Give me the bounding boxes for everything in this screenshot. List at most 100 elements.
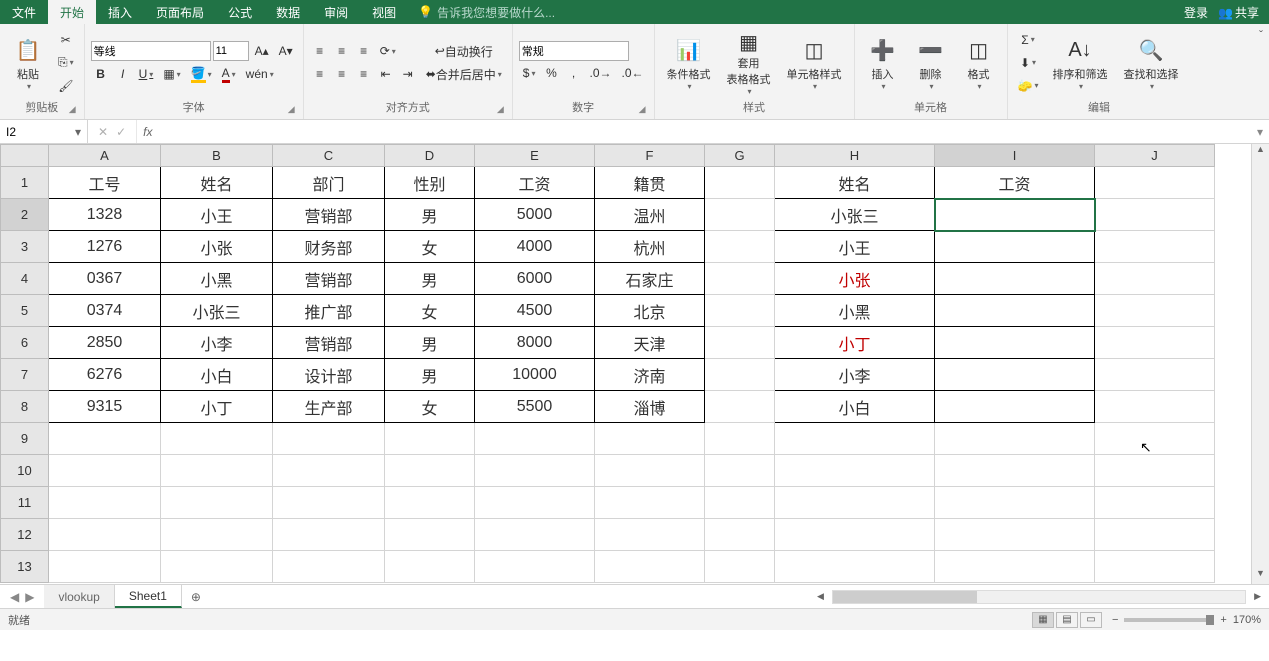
cell-J2[interactable] [1095, 199, 1215, 231]
col-header-I[interactable]: I [935, 145, 1095, 167]
cell-F11[interactable] [595, 487, 705, 519]
align-center-button[interactable]: ≡ [332, 63, 352, 85]
cell-D12[interactable] [385, 519, 475, 551]
cell-A5[interactable]: 0374 [49, 295, 161, 327]
delete-cells-button[interactable]: ➖删除▾ [909, 29, 953, 97]
cell-H7[interactable]: 小李 [775, 359, 935, 391]
scroll-down-button[interactable]: ▼ [1252, 568, 1269, 584]
cell-J7[interactable] [1095, 359, 1215, 391]
cell-C4[interactable]: 营销部 [273, 263, 385, 295]
align-top-button[interactable]: ≡ [310, 40, 330, 62]
menu-review[interactable]: 审阅 [312, 0, 360, 24]
menu-view[interactable]: 视图 [360, 0, 408, 24]
cell-I2[interactable] [935, 199, 1095, 231]
cell-C3[interactable]: 财务部 [273, 231, 385, 263]
cell-C5[interactable]: 推广部 [273, 295, 385, 327]
autosum-button[interactable]: Σ▾ [1014, 29, 1043, 51]
comma-button[interactable]: , [563, 62, 583, 84]
font-launcher[interactable]: ◢ [288, 104, 295, 115]
collapse-ribbon-button[interactable]: ˇ [1259, 28, 1263, 42]
italic-button[interactable]: I [113, 63, 133, 85]
copy-button[interactable]: ⎘▾ [54, 52, 78, 74]
cell-F13[interactable] [595, 551, 705, 583]
tab-nav-prev[interactable]: ◀ [10, 590, 19, 604]
row-header-7[interactable]: 7 [1, 359, 49, 391]
formula-input[interactable] [158, 120, 1251, 143]
cell-E13[interactable] [475, 551, 595, 583]
fill-color-button[interactable]: 🪣▾ [187, 63, 216, 85]
cell-F10[interactable] [595, 455, 705, 487]
cell-B10[interactable] [161, 455, 273, 487]
confirm-formula-button[interactable]: ✓ [116, 125, 126, 139]
cell-B3[interactable]: 小张 [161, 231, 273, 263]
cell-B13[interactable] [161, 551, 273, 583]
cell-J5[interactable] [1095, 295, 1215, 327]
cell-C6[interactable]: 营销部 [273, 327, 385, 359]
cell-F5[interactable]: 北京 [595, 295, 705, 327]
cell-H4[interactable]: 小张 [775, 263, 935, 295]
zoom-in-button[interactable]: + [1220, 614, 1226, 626]
cell-A12[interactable] [49, 519, 161, 551]
name-box[interactable]: ▾ [0, 120, 88, 143]
cell-C11[interactable] [273, 487, 385, 519]
sheet-tab-vlookup[interactable]: vlookup [44, 585, 114, 608]
row-header-1[interactable]: 1 [1, 167, 49, 199]
cell-B2[interactable]: 小王 [161, 199, 273, 231]
cell-G3[interactable] [705, 231, 775, 263]
cell-F9[interactable] [595, 423, 705, 455]
cell-J6[interactable] [1095, 327, 1215, 359]
cell-E1[interactable]: 工资 [475, 167, 595, 199]
increase-font-button[interactable]: A▴ [251, 40, 273, 62]
cell-I11[interactable] [935, 487, 1095, 519]
cell-D11[interactable] [385, 487, 475, 519]
sheet-tab-sheet1[interactable]: Sheet1 [115, 585, 182, 608]
cell-C2[interactable]: 营销部 [273, 199, 385, 231]
select-all-corner[interactable] [1, 145, 49, 167]
cell-H1[interactable]: 姓名 [775, 167, 935, 199]
cell-I3[interactable] [935, 231, 1095, 263]
cell-B8[interactable]: 小丁 [161, 391, 273, 423]
alignment-launcher[interactable]: ◢ [497, 104, 504, 115]
menu-formulas[interactable]: 公式 [216, 0, 264, 24]
row-header-9[interactable]: 9 [1, 423, 49, 455]
hscroll-right-button[interactable]: ▶ [1250, 591, 1265, 602]
name-box-dropdown[interactable]: ▾ [70, 125, 86, 139]
cell-F12[interactable] [595, 519, 705, 551]
view-normal-button[interactable]: ▦ [1032, 612, 1054, 628]
cell-A10[interactable] [49, 455, 161, 487]
cell-H9[interactable] [775, 423, 935, 455]
scroll-track[interactable] [1252, 160, 1269, 568]
clear-button[interactable]: 🧽▾ [1014, 75, 1043, 97]
cell-J8[interactable] [1095, 391, 1215, 423]
hscroll-left-button[interactable]: ◀ [813, 591, 828, 602]
merge-center-button[interactable]: ⬌ 合并后居中▾ [422, 63, 506, 85]
cell-F2[interactable]: 温州 [595, 199, 705, 231]
row-header-10[interactable]: 10 [1, 455, 49, 487]
cell-D7[interactable]: 男 [385, 359, 475, 391]
increase-indent-button[interactable]: ⇥ [398, 63, 418, 85]
wrap-text-button[interactable]: ↩ 自动换行 [422, 40, 506, 62]
cell-C10[interactable] [273, 455, 385, 487]
cell-B11[interactable] [161, 487, 273, 519]
fx-icon[interactable]: fx [137, 120, 158, 143]
cell-C13[interactable] [273, 551, 385, 583]
cell-G7[interactable] [705, 359, 775, 391]
cell-F8[interactable]: 淄博 [595, 391, 705, 423]
decrease-font-button[interactable]: A▾ [275, 40, 297, 62]
menu-home[interactable]: 开始 [48, 0, 96, 24]
col-header-G[interactable]: G [705, 145, 775, 167]
cell-J9[interactable] [1095, 423, 1215, 455]
cell-I1[interactable]: 工资 [935, 167, 1095, 199]
cell-G5[interactable] [705, 295, 775, 327]
cell-G4[interactable] [705, 263, 775, 295]
cell-E2[interactable]: 5000 [475, 199, 595, 231]
col-header-E[interactable]: E [475, 145, 595, 167]
cell-A2[interactable]: 1328 [49, 199, 161, 231]
orientation-button[interactable]: ⟳▾ [376, 40, 400, 62]
cell-A3[interactable]: 1276 [49, 231, 161, 263]
cell-E5[interactable]: 4500 [475, 295, 595, 327]
cell-J1[interactable] [1095, 167, 1215, 199]
cell-J3[interactable] [1095, 231, 1215, 263]
view-page-layout-button[interactable]: ▤ [1056, 612, 1078, 628]
cell-I8[interactable] [935, 391, 1095, 423]
